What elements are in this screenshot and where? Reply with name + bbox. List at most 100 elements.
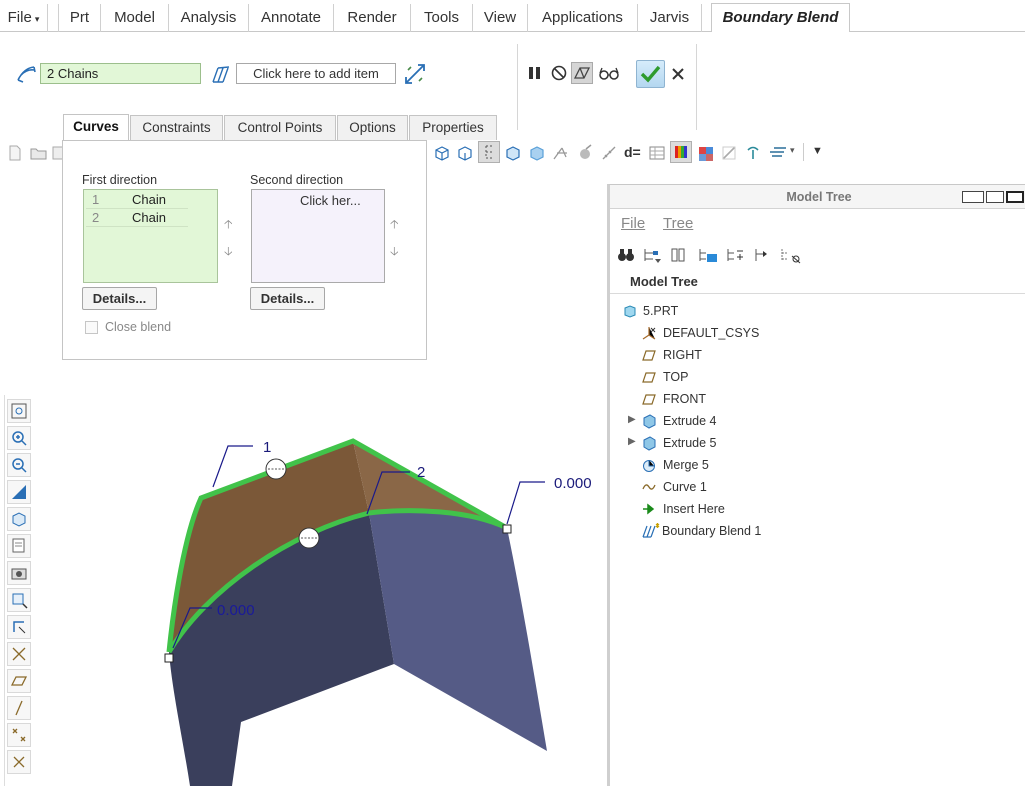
move-down-arrow-icon[interactable]: 🡣 [390,242,399,263]
expand-triangle-icon[interactable]: ▶ [628,436,636,447]
list-item[interactable]: 2 Chain [86,209,188,227]
move-up-arrow-icon[interactable]: 🡡 [224,215,233,236]
point-display-button[interactable] [7,696,31,720]
tree-tree-menu[interactable]: Tree [663,215,693,232]
display-style-toggle[interactable] [478,141,500,163]
tab-boundary-blend[interactable]: Boundary Blend [711,3,850,33]
move-up-arrow-icon[interactable]: 🡡 [390,215,399,236]
tangency-value-right[interactable]: 0.000 [554,475,592,492]
tab-analysis[interactable]: Analysis [169,4,249,32]
new-file-icon[interactable] [8,145,22,161]
spin-button[interactable] [7,615,31,639]
float-icon[interactable] [986,191,1004,203]
tree-columns-icon[interactable] [668,245,690,265]
chain-2-handle[interactable] [298,527,320,549]
chain-label-2: 2 [417,464,425,481]
tree-node-label: Extrude 5 [663,436,717,450]
datum-display-icon[interactable] [552,144,570,162]
chain-1-handle[interactable] [265,458,287,480]
tree-filter-icon[interactable] [641,245,663,265]
zoom-in-button[interactable] [7,426,31,450]
expand-triangle-icon[interactable]: ▶ [628,414,636,425]
endpoint-handle-right[interactable] [502,524,512,534]
tree-settings-icon[interactable] [696,245,720,265]
orient-button[interactable] [7,588,31,612]
close-blend-checkbox[interactable] [85,321,98,334]
endpoint-handle-left[interactable] [164,653,174,663]
no-preview-icon[interactable] [550,64,568,82]
maximize-icon[interactable] [1006,191,1024,203]
tab-control-points[interactable]: Control Points [224,115,336,140]
binoculars-icon[interactable] [616,245,636,265]
tree-file-menu[interactable]: File [621,215,645,232]
tab-applications[interactable]: Applications [528,4,638,32]
zoom-in-icon [12,431,27,446]
second-direction-placeholder[interactable]: Click her... [300,193,361,208]
pause-icon[interactable] [527,65,543,81]
first-direction-list[interactable]: 1 Chain 2 Chain [83,189,218,283]
tab-curves[interactable]: Curves [63,114,129,141]
expand-all-icon[interactable] [724,245,746,265]
first-direction-collector[interactable]: 2 Chains [40,63,201,84]
approximate-blend-icon[interactable] [402,61,428,87]
cancel-x-icon[interactable] [670,66,686,82]
tab-tools[interactable]: Tools [411,4,473,32]
color-scale-toggle[interactable] [670,141,692,163]
csys-display-button[interactable] [7,750,31,774]
zoom-out-button[interactable] [7,453,31,477]
layers-button[interactable] [7,534,31,558]
axis-display-icon [12,647,26,661]
shaded-edges-icon[interactable] [528,144,546,162]
tangency-value-left[interactable]: 0.000 [217,602,255,619]
tab-view[interactable]: View [473,4,528,32]
show-hidden-icon[interactable] [778,245,804,265]
tab-jarvis[interactable]: Jarvis [638,4,702,32]
wireframe-cube-icon[interactable] [456,144,474,162]
first-direction-icon[interactable] [14,62,38,86]
tab-render[interactable]: Render [334,4,411,32]
shaded-cube-icon[interactable] [504,144,522,162]
preview-toggle[interactable] [571,62,593,84]
measure-icon[interactable] [600,144,618,162]
open-folder-icon[interactable] [30,145,48,161]
second-direction-collector[interactable]: Click here to add item [236,63,396,84]
view-cube-icon[interactable] [433,144,451,162]
table-icon[interactable] [648,144,666,162]
toolbar-overflow-icon[interactable]: ▼ [812,145,823,157]
tab-constraints[interactable]: Constraints [130,115,223,140]
dock-icon[interactable] [962,191,984,203]
tab-annotate[interactable]: Annotate [249,4,334,32]
list-item[interactable]: 1 Chain [86,191,188,209]
color-patch-icon[interactable] [697,144,715,162]
tab-model[interactable]: Model [101,4,169,32]
camera-button[interactable] [7,561,31,585]
tab-options[interactable]: Options [337,115,408,140]
second-direction-list[interactable]: Click her... [251,189,385,283]
dimension-icon[interactable]: d= [624,144,641,160]
collapse-all-icon[interactable] [751,245,773,265]
move-down-arrow-icon[interactable]: 🡣 [224,242,233,263]
second-direction-icon[interactable] [208,62,234,86]
plane-display-button[interactable] [7,669,31,693]
second-details-button[interactable]: Details... [250,287,325,310]
verify-glasses-icon[interactable] [598,65,620,81]
ok-button[interactable] [636,60,665,88]
first-details-button[interactable]: Details... [82,287,157,310]
annotation-display-icon[interactable] [768,144,788,162]
extrude-icon [643,436,656,451]
tab-prt[interactable]: Prt [58,4,101,32]
ribbon-tab-bar: File ▾ Prt Model Analysis Annotate Render… [0,0,1025,33]
chevron-down-icon[interactable]: ▾ [790,145,795,156]
saved-views-button[interactable] [7,507,31,531]
section-icon[interactable] [720,144,738,162]
appearance-icon[interactable] [576,144,594,162]
spin-center-icon[interactable] [744,144,762,162]
repaint-button[interactable] [7,480,31,504]
second-direction-label: Second direction [250,173,344,187]
file-menu[interactable]: File ▾ [0,4,48,32]
datum-axis-display-button[interactable] [7,642,31,666]
extrude-wall-right [369,510,547,751]
refit-button[interactable] [7,399,31,423]
tab-properties[interactable]: Properties [409,115,497,140]
point-tag-button[interactable] [7,723,31,747]
